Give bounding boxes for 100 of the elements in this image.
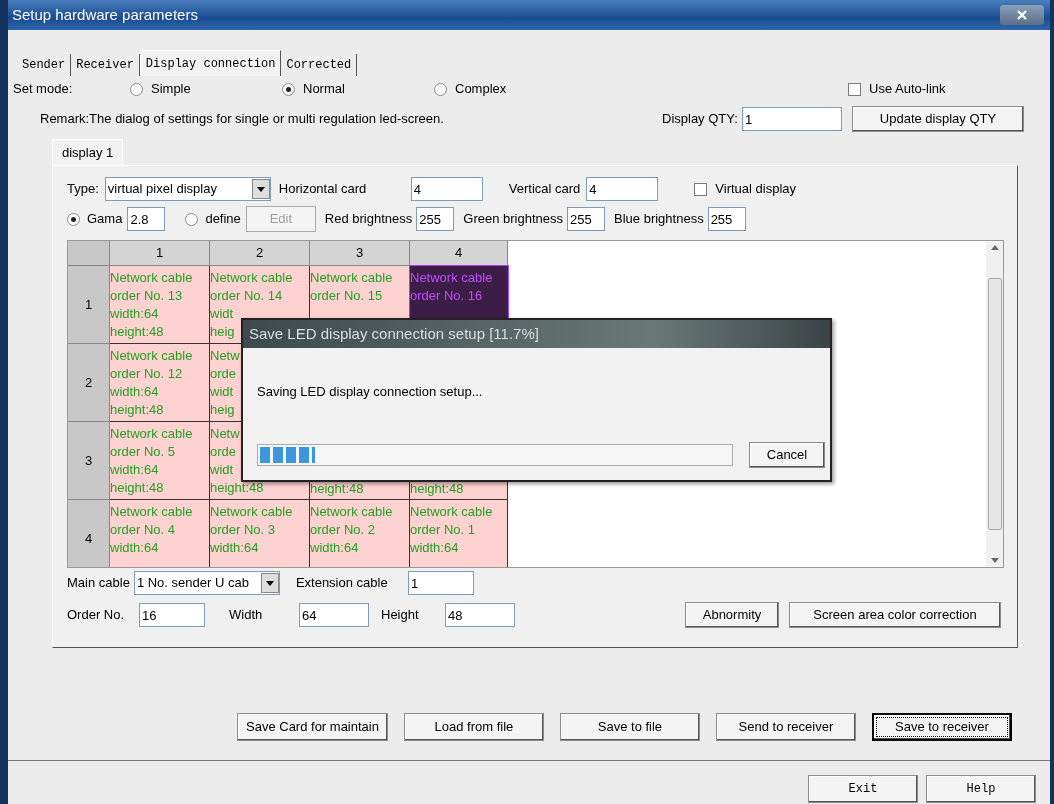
height-field[interactable]: 48 bbox=[445, 603, 515, 627]
cell-text: Network cable bbox=[210, 503, 293, 521]
cell-text: heig bbox=[210, 401, 235, 419]
close-icon bbox=[1016, 10, 1028, 20]
brightness-field[interactable]: 255 bbox=[416, 207, 455, 231]
width-field[interactable]: 64 bbox=[299, 603, 369, 627]
radio-label: Gama bbox=[87, 210, 123, 229]
action-button[interactable]: Send to receiver bbox=[715, 713, 856, 741]
cell-text: order No. 5 bbox=[110, 443, 176, 461]
field-label: Extension cable bbox=[295, 574, 389, 593]
action-button[interactable]: Load from file bbox=[403, 713, 544, 741]
row-header: 4 bbox=[68, 500, 110, 567]
vertical-card-field[interactable]: 4 bbox=[586, 177, 659, 201]
radio-label: Simple bbox=[151, 80, 191, 99]
cell-text: heig bbox=[210, 323, 235, 341]
brightness-field[interactable]: 255 bbox=[707, 207, 746, 231]
cell-text: Network cable bbox=[410, 503, 493, 521]
update-display-qty-button[interactable]: Update display QTY bbox=[852, 106, 1024, 132]
action-button[interactable]: Save Card for maintain bbox=[237, 713, 388, 741]
cell-text: Network cable bbox=[210, 269, 293, 287]
corner-cell bbox=[68, 241, 110, 266]
cell-text: width:64 bbox=[210, 539, 259, 557]
field-label: Green brightness bbox=[463, 210, 563, 229]
checkbox[interactable] bbox=[694, 182, 708, 196]
gamma-field[interactable]: 2.8 bbox=[127, 207, 166, 231]
field-label: Blue brightness bbox=[614, 210, 704, 229]
cell-text: Network cable bbox=[310, 503, 393, 521]
field-label: Horizontal card bbox=[278, 180, 368, 199]
checkbox[interactable] bbox=[848, 82, 861, 96]
tab[interactable]: display 1 bbox=[52, 139, 124, 165]
color-correction-button[interactable]: Screen area color correction bbox=[789, 602, 1001, 628]
column-header: 1 bbox=[110, 241, 210, 266]
display-qty-field[interactable]: 1 bbox=[742, 107, 842, 131]
action-button[interactable]: Save to receiver bbox=[871, 713, 1012, 741]
field-label: Order No. bbox=[67, 606, 126, 625]
row-header: 1 bbox=[68, 266, 110, 344]
extension-cable-field[interactable]: 1 bbox=[407, 571, 474, 595]
field-label: Display QTY: bbox=[662, 110, 739, 129]
cell-text: widt bbox=[210, 461, 234, 479]
field-label: Height bbox=[381, 606, 420, 625]
cell-text: Netw bbox=[210, 425, 240, 443]
cell-text: Network cable bbox=[110, 503, 193, 521]
radio-button[interactable] bbox=[434, 82, 447, 96]
cell-text: width:64 bbox=[110, 539, 159, 557]
radio-label: define bbox=[205, 210, 241, 229]
order-no-field[interactable]: 16 bbox=[139, 603, 205, 627]
cell-text: height:48 bbox=[310, 480, 364, 498]
cell-text: order No. 4 bbox=[110, 521, 176, 539]
radio-button[interactable] bbox=[185, 212, 199, 226]
cell-text: orde bbox=[210, 443, 237, 461]
cell-text: width:64 bbox=[110, 383, 159, 401]
field-label: Red brightness bbox=[324, 210, 413, 229]
type-dropdown[interactable]: virtual pixel display bbox=[104, 177, 271, 201]
close-button[interactable] bbox=[1000, 5, 1044, 25]
cell-text: order No. 14 bbox=[210, 287, 283, 305]
cell-text: order No. 16 bbox=[410, 287, 483, 305]
cell-text: height:48 bbox=[410, 480, 464, 498]
radio-label: Complex bbox=[455, 80, 507, 99]
main-cable-dropdown[interactable]: 1 No. sender U cab bbox=[133, 571, 280, 595]
cell-text: order No. 15 bbox=[310, 287, 383, 305]
cell-text: Network cable bbox=[110, 269, 193, 287]
horizontal-card-field[interactable]: 4 bbox=[410, 177, 483, 201]
column-header: 4 bbox=[410, 241, 508, 266]
footer-button[interactable]: Help bbox=[926, 775, 1036, 803]
cell-text: order No. 1 bbox=[410, 521, 476, 539]
cell-text: height:48 bbox=[110, 479, 164, 497]
cell-text: Network cable bbox=[410, 269, 493, 287]
cell-text: width:64 bbox=[410, 539, 459, 557]
dialog-message: Saving LED display connection setup... bbox=[257, 383, 483, 401]
tab[interactable]: Display connection bbox=[139, 50, 282, 76]
cell-text: height:48 bbox=[110, 401, 164, 419]
cell-text: order No. 3 bbox=[210, 521, 276, 539]
row-header: 3 bbox=[68, 422, 110, 500]
radio-button[interactable] bbox=[130, 82, 143, 96]
cancel-button[interactable]: Cancel bbox=[749, 441, 825, 468]
remark-text: Remark:The dialog of settings for single or multi regulation led-screen. bbox=[40, 110, 445, 129]
abnormity-button[interactable]: Abnormity bbox=[685, 602, 779, 628]
window-title: Setup hardware parameters bbox=[12, 4, 198, 25]
footer-button[interactable]: Exit bbox=[808, 775, 918, 803]
cell-text: width:64 bbox=[110, 461, 159, 479]
radio-button[interactable] bbox=[282, 82, 295, 96]
cell-text: widt bbox=[210, 305, 234, 323]
field-label: Set mode: bbox=[13, 80, 74, 99]
brightness-field[interactable]: 255 bbox=[567, 207, 605, 231]
field-label: Main cable bbox=[67, 574, 130, 593]
column-header: 2 bbox=[210, 241, 310, 266]
field-label: Vertical card bbox=[508, 180, 581, 199]
radio-button[interactable] bbox=[67, 212, 80, 226]
cell-text: width:64 bbox=[310, 539, 359, 557]
cell-text: widt bbox=[210, 383, 234, 401]
checkbox-label: Use Auto-link bbox=[869, 80, 946, 99]
row-header: 2 bbox=[68, 344, 110, 422]
field-label: Width bbox=[229, 606, 264, 625]
cell-text: order No. 12 bbox=[110, 365, 183, 383]
checkbox-label: Virtual display bbox=[715, 180, 797, 199]
action-button[interactable]: Save to file bbox=[559, 713, 700, 741]
cell-text: orde bbox=[210, 365, 237, 383]
cell-text: Netw bbox=[210, 347, 240, 365]
cell-text: Network cable bbox=[110, 425, 193, 443]
cell-text: order No. 2 bbox=[310, 521, 376, 539]
